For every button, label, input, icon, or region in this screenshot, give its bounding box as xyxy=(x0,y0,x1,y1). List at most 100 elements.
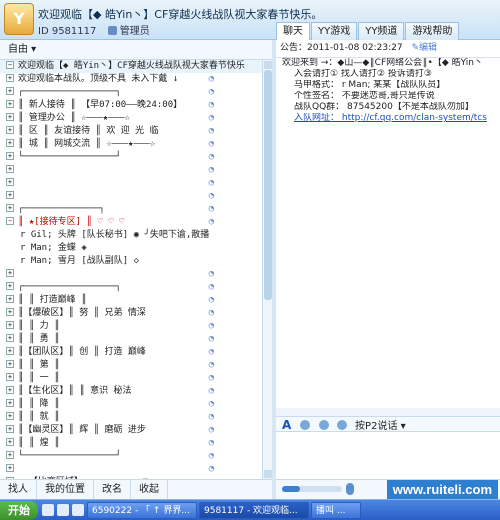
expand-icon[interactable]: + xyxy=(6,308,14,316)
expand-icon[interactable]: + xyxy=(6,269,14,277)
expand-icon[interactable]: + xyxy=(6,126,14,134)
voice-icon[interactable] xyxy=(318,420,329,430)
channel-item[interactable]: + ◔ xyxy=(0,463,262,476)
taskbar-item-1[interactable]: 6590222 - 「 ↑ 界界... xyxy=(87,501,197,519)
expand-icon[interactable]: + xyxy=(6,74,14,82)
expand-icon[interactable]: + xyxy=(6,399,14,407)
channel-item[interactable]: + ║ 管理办公 ║ ☆———★———☆ ◔ xyxy=(0,112,262,125)
user-item[interactable]: r Man; 金蝶 ◈ xyxy=(0,242,262,255)
channel-item[interactable]: + ║ 区 ║ 友谊接待 ║ 欢 迎 光 临 ◔ xyxy=(0,125,262,138)
expand-icon[interactable]: + xyxy=(6,87,14,95)
channel-tree-scrollbar[interactable] xyxy=(262,60,272,479)
font-icon[interactable]: A xyxy=(282,418,291,432)
channel-item[interactable]: + ║ ║ 一 ║ ◔ xyxy=(0,372,262,385)
channel-item[interactable]: + └─────────────────┘ ◔ xyxy=(0,151,262,164)
chat-link[interactable]: 入队网址： http://cf.qq.com/clan-system/tcs xyxy=(276,113,500,124)
expand-icon[interactable]: + xyxy=(6,139,14,147)
voice-mode-icon: ◔ xyxy=(208,347,214,357)
tab-yy-channel[interactable]: YY频道 xyxy=(358,22,405,40)
channel-item[interactable]: + ◔ xyxy=(0,268,262,281)
channel-item[interactable]: + ║ ║ 煌 ║ ◔ xyxy=(0,437,262,450)
channel-item[interactable]: + ◔ xyxy=(0,164,262,177)
channel-item[interactable]: + 欢迎观临本战队。顶级不具 未入下戴 ↓ ◔ xyxy=(0,73,262,86)
qq-icon[interactable] xyxy=(72,504,84,516)
scroll-down-icon[interactable] xyxy=(264,470,272,478)
channel-item[interactable]: + ║ ║ 勇 ║ ◔ xyxy=(0,333,262,346)
expand-icon[interactable]: + xyxy=(6,438,14,446)
channel-item[interactable]: + ║ ║ 第 ║ ◔ xyxy=(0,359,262,372)
chat-horizontal-scrollbar[interactable] xyxy=(276,408,500,416)
expand-icon[interactable]: + xyxy=(6,451,14,459)
expand-icon[interactable]: + xyxy=(6,204,14,212)
collapse-button[interactable]: 收起 xyxy=(131,480,168,499)
user-item[interactable]: r Gil; 头牌 [队长秘书] ◉ ╯失吧下谕,散播 xyxy=(0,229,262,242)
my-location-button[interactable]: 我的位置 xyxy=(37,480,94,499)
voice-mode-icon: ◔ xyxy=(208,204,214,214)
expand-icon[interactable]: + xyxy=(6,321,14,329)
emoticon-icon[interactable] xyxy=(300,420,311,430)
user-item[interactable]: r Man; 雪月 [战队副队] ◇ xyxy=(0,255,262,268)
voice-mode-icon: ◔ xyxy=(208,425,214,435)
expand-icon[interactable]: + xyxy=(6,334,14,342)
expand-icon[interactable]: + xyxy=(6,178,14,186)
screenshot-icon[interactable] xyxy=(336,420,347,430)
browser-icon[interactable] xyxy=(57,504,69,516)
expand-icon[interactable]: + xyxy=(6,113,14,121)
expand-icon[interactable]: + xyxy=(6,464,14,472)
channel-root[interactable]: − 欢迎观临【◆ 皓Yin丶】CF穿越火线战队视大家春节快乐 xyxy=(0,60,262,73)
tab-chat[interactable]: 聊天 xyxy=(276,22,310,40)
channel-item[interactable]: + ║ ║ 就 ║ ◔ xyxy=(0,411,262,424)
tab-yy-games[interactable]: YY游戏 xyxy=(311,22,358,40)
channel-item[interactable]: + ║ ║ 力 ║ ◔ xyxy=(0,320,262,333)
channel-item[interactable]: + └─────────────────┘ ◔ xyxy=(0,450,262,463)
voice-mode-icon: ◔ xyxy=(208,113,214,123)
channel-item[interactable]: + ║ 新人接待 ║ 【早07:00——晚24:00】 ◔ xyxy=(0,99,262,112)
channel-item[interactable]: − ║ ★[接待专区] ║ ♡ ♡ ♡ ◔ xyxy=(0,216,262,229)
channel-item[interactable]: + ║ ║ 降 ║ ◔ xyxy=(0,398,262,411)
scrollbar-thumb[interactable] xyxy=(264,70,272,300)
start-button[interactable]: 开始 xyxy=(0,500,38,520)
volume-slider[interactable] xyxy=(282,486,342,492)
expand-icon[interactable]: + xyxy=(6,295,14,303)
expand-icon[interactable]: + xyxy=(6,282,14,290)
channel-item[interactable]: + ║【幽灵区】║ 辉 ║ 磨砺 进步 ◔ xyxy=(0,424,262,437)
find-user-button[interactable]: 找人 xyxy=(0,480,37,499)
audio-bar: www.ruiteli.com xyxy=(276,479,500,500)
channel-item[interactable]: + ┌──────────────┐ ◔ xyxy=(0,203,262,216)
channel-item[interactable]: + ║ 城 ║ 网城交流 ║ ☆———★———☆ ◔ xyxy=(0,138,262,151)
expand-icon[interactable]: + xyxy=(6,373,14,381)
expand-icon[interactable]: + xyxy=(6,152,14,160)
scroll-up-icon[interactable] xyxy=(264,61,272,69)
expand-icon[interactable]: + xyxy=(6,191,14,199)
channel-item[interactable]: + ◔ xyxy=(0,190,262,203)
channel-item-label: ║ ║ 降 ║ xyxy=(18,399,60,409)
expand-icon[interactable]: + xyxy=(6,100,14,108)
taskbar-item-2[interactable]: 9581117 - 欢迎观临... xyxy=(199,501,309,519)
channel-item[interactable]: + ┌─────────────────┐ ◔ xyxy=(0,281,262,294)
channel-item[interactable]: + ┌─────────────────┐ ◔ xyxy=(0,86,262,99)
rename-button[interactable]: 改名 xyxy=(94,480,131,499)
expand-icon[interactable]: + xyxy=(6,347,14,355)
site-watermark: www.ruiteli.com xyxy=(386,480,498,500)
channel-item[interactable]: + ║ ║ 打造巅峰 ║ ◔ xyxy=(0,294,262,307)
expand-icon[interactable]: + xyxy=(6,386,14,394)
message-input[interactable] xyxy=(276,432,500,479)
expand-icon[interactable]: + xyxy=(6,425,14,433)
taskbar-item-3[interactable]: 播叫 ... xyxy=(311,501,361,519)
channel-item-label: r Man; 金蝶 ◈ xyxy=(20,243,87,253)
edit-announcement-button[interactable]: ✎编辑 xyxy=(411,43,437,53)
mode-dropdown[interactable]: 自由 ▾ xyxy=(0,40,272,60)
desktop-icon[interactable] xyxy=(42,504,54,516)
push-to-talk-dropdown[interactable]: 按P2说话 ▾ xyxy=(355,421,406,432)
expand-icon[interactable]: + xyxy=(6,165,14,173)
channel-item[interactable]: + ║【团队区】║ 创 ║ 打造 巅峰 ◔ xyxy=(0,346,262,359)
channel-item[interactable]: + ║【爆破区】║ 努 ║ 兄弟 情深 ◔ xyxy=(0,307,262,320)
channel-item[interactable]: + ║【生化区】║ ║ 意识 秘法 ◔ xyxy=(0,385,262,398)
tab-game-help[interactable]: 游戏帮助 xyxy=(405,22,460,40)
expand-icon[interactable]: + xyxy=(6,412,14,420)
microphone-icon[interactable] xyxy=(346,483,354,495)
channel-item[interactable]: + ◔ xyxy=(0,177,262,190)
expand-icon[interactable]: + xyxy=(6,360,14,368)
collapse-icon[interactable]: − xyxy=(6,61,14,69)
collapse-icon[interactable]: − xyxy=(6,217,14,225)
